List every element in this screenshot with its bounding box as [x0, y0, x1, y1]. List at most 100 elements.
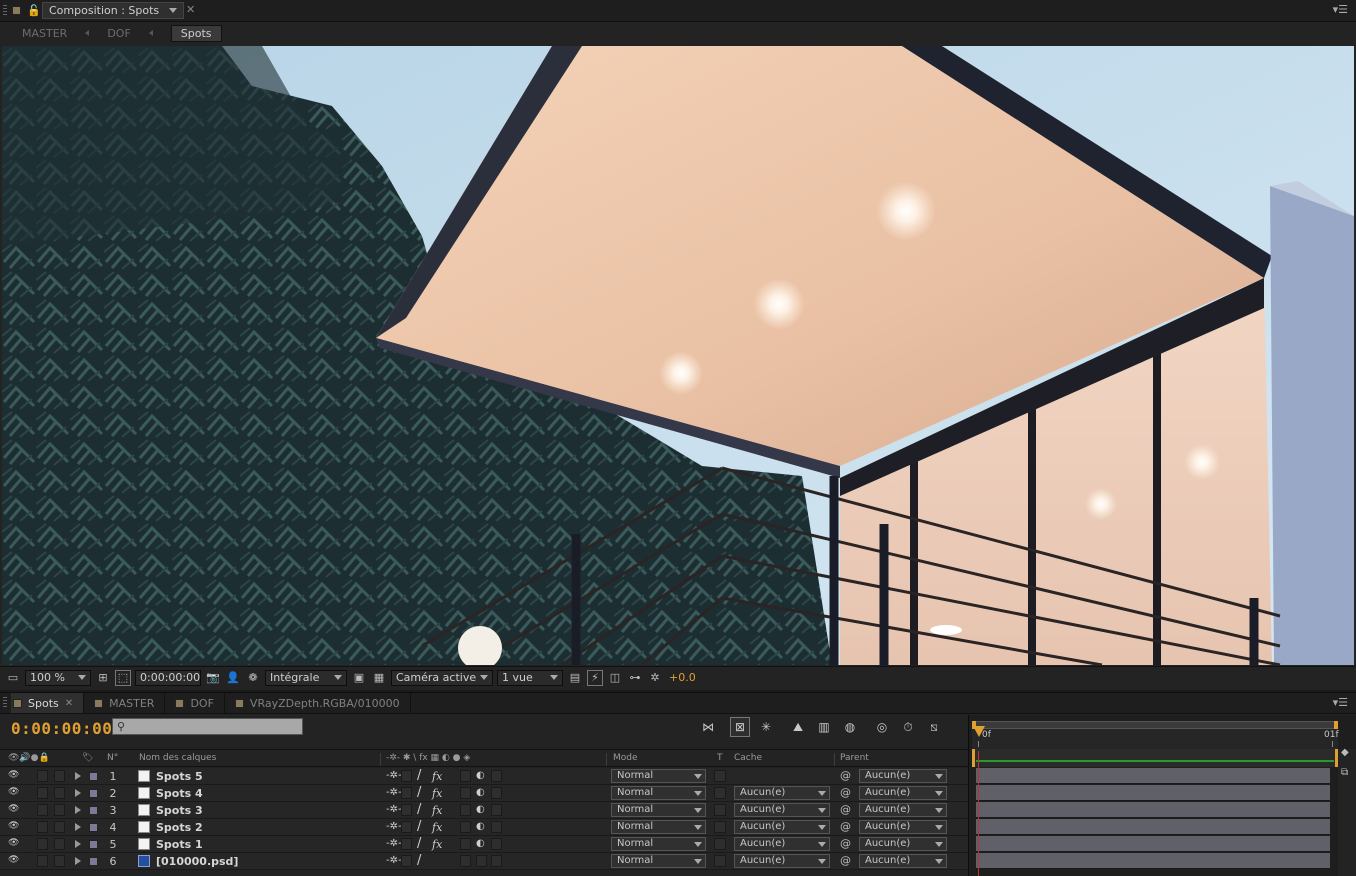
- layer-duration-bar[interactable]: [976, 819, 1330, 835]
- parent-select[interactable]: Aucun(e): [859, 820, 947, 834]
- close-icon[interactable]: ✕: [65, 698, 73, 709]
- effects-fx-icon[interactable]: fx: [432, 838, 442, 851]
- current-time-display[interactable]: 0:00:00:00: [11, 719, 112, 738]
- preserve-transparency-toggle[interactable]: [714, 804, 726, 816]
- blend-mode-select[interactable]: Normal: [611, 786, 706, 800]
- layer-duration-bar[interactable]: [976, 802, 1330, 818]
- quality-switch-icon[interactable]: /: [417, 837, 421, 850]
- layer-duration-bar[interactable]: [976, 853, 1330, 869]
- resolution-select[interactable]: Intégrale: [265, 669, 347, 686]
- solo-toggle[interactable]: [37, 787, 48, 799]
- brainstorm-icon[interactable]: ◍: [840, 717, 860, 737]
- shy-switch-icon[interactable]: -✲-: [386, 804, 402, 816]
- tab-vrayzdepth[interactable]: VRayZDepth.RGBA/010000: [225, 693, 411, 713]
- toggle-pixel-aspect-icon[interactable]: ▤: [567, 670, 583, 686]
- preserve-transparency-toggle[interactable]: [714, 821, 726, 833]
- layer-name[interactable]: Spots 3: [156, 804, 203, 817]
- twirl-arrow-icon[interactable]: [75, 789, 81, 797]
- blend-mode-select[interactable]: Normal: [611, 820, 706, 834]
- col-number[interactable]: N°: [107, 753, 118, 763]
- pick-whip-icon[interactable]: @: [840, 820, 851, 833]
- layer-row[interactable]: 👁 4 Spots 2 -✲- / fx ◐ Normal Aucun(e) @ Aucun(e): [0, 819, 968, 836]
- lock-toggle[interactable]: [54, 804, 65, 816]
- auto-keyframe-icon[interactable]: ◎: [872, 717, 892, 737]
- draft-3d-icon[interactable]: ⊠: [730, 717, 750, 737]
- breadcrumb-master[interactable]: MASTER: [22, 27, 67, 40]
- layer-duration-bar[interactable]: [976, 836, 1330, 852]
- frame-blend-switch[interactable]: [460, 821, 471, 833]
- parent-select[interactable]: Aucun(e): [859, 786, 947, 800]
- preserve-transparency-toggle[interactable]: [714, 770, 726, 782]
- fast-previews-icon[interactable]: ⚡: [587, 669, 603, 686]
- preserve-transparency-toggle[interactable]: [714, 787, 726, 799]
- solo-toggle[interactable]: [37, 770, 48, 782]
- blend-mode-select[interactable]: Normal: [611, 854, 706, 868]
- render-region-icon[interactable]: ⧅: [924, 717, 944, 737]
- composition-tab[interactable]: Composition : Spots: [42, 2, 185, 19]
- shy-switch-icon[interactable]: -✲-: [386, 787, 402, 799]
- layer-name[interactable]: Spots 5: [156, 770, 203, 783]
- blend-mode-select[interactable]: Normal: [611, 837, 706, 851]
- layer-label-color[interactable]: [89, 823, 98, 832]
- col-mode[interactable]: Mode: [613, 753, 638, 763]
- tab-master[interactable]: MASTER: [84, 693, 166, 713]
- shy-switch-icon[interactable]: -✲-: [386, 770, 402, 782]
- panel-menu-icon[interactable]: ▾☰: [1333, 696, 1348, 709]
- layer-name[interactable]: [010000.psd]: [156, 855, 238, 868]
- zoom-select[interactable]: 100 %: [25, 669, 91, 686]
- time-navigator[interactable]: [972, 721, 1338, 729]
- layer-row[interactable]: 👁 2 Spots 4 -✲- / fx ◐ Normal Aucun(e) @ Aucun(e): [0, 785, 968, 802]
- parent-select[interactable]: Aucun(e): [859, 769, 947, 783]
- effects-fx-icon[interactable]: fx: [432, 770, 442, 783]
- motion-blur-icon[interactable]: ◐: [476, 770, 485, 782]
- twirl-arrow-icon[interactable]: [75, 806, 81, 814]
- color-channels-icon[interactable]: ❁: [245, 670, 261, 686]
- collapse-switch[interactable]: [401, 838, 412, 850]
- 3d-layer-switch[interactable]: [491, 838, 502, 850]
- navigator-end-handle[interactable]: [1334, 721, 1338, 729]
- track-matte-select[interactable]: Aucun(e): [734, 837, 830, 851]
- time-ruler[interactable]: 0f 01f: [972, 729, 1339, 749]
- collapse-switch[interactable]: [401, 787, 412, 799]
- 3d-layer-switch[interactable]: [491, 787, 502, 799]
- label-tag-icon[interactable]: 🏷: [82, 753, 93, 763]
- parent-select[interactable]: Aucun(e): [859, 854, 947, 868]
- work-area-start[interactable]: [972, 749, 975, 767]
- lock-toggle[interactable]: [54, 821, 65, 833]
- layer-duration-bar[interactable]: [976, 785, 1330, 801]
- frame-blend-switch[interactable]: [460, 855, 471, 867]
- frame-blend-switch[interactable]: [460, 804, 471, 816]
- col-parent[interactable]: Parent: [840, 753, 869, 763]
- track-matte-select[interactable]: Aucun(e): [734, 803, 830, 817]
- solo-toggle[interactable]: [37, 838, 48, 850]
- show-snapshot-icon[interactable]: 👤: [225, 670, 241, 686]
- visibility-eye-icon[interactable]: 👁: [8, 787, 19, 797]
- transparency-grid-icon[interactable]: ▦: [371, 670, 387, 686]
- frame-blending-icon[interactable]: ⛰: [788, 717, 808, 737]
- layer-name[interactable]: Spots 1: [156, 838, 203, 851]
- motion-blur-switch[interactable]: [476, 855, 487, 867]
- always-preview-icon[interactable]: ▭: [5, 670, 21, 686]
- motion-blur-icon[interactable]: ▥: [814, 717, 834, 737]
- layer-row[interactable]: 👁 3 Spots 3 -✲- / fx ◐ Normal Aucun(e) @ Aucun(e): [0, 802, 968, 819]
- tab-dof[interactable]: DOF: [165, 693, 225, 713]
- twirl-arrow-icon[interactable]: [75, 857, 81, 865]
- 3d-layer-switch[interactable]: [491, 855, 502, 867]
- layer-label-color[interactable]: [89, 789, 98, 798]
- preserve-transparency-toggle[interactable]: [714, 838, 726, 850]
- layer-label-color[interactable]: [89, 806, 98, 815]
- lock-icon[interactable]: 🔓: [27, 4, 41, 17]
- col-layer-name[interactable]: Nom des calques: [139, 753, 216, 763]
- region-of-interest-icon[interactable]: ▣: [351, 670, 367, 686]
- composition-viewer[interactable]: [2, 46, 1354, 665]
- effects-fx-icon[interactable]: fx: [432, 787, 442, 800]
- viewer-timecode[interactable]: 0:00:00:00: [135, 669, 201, 686]
- layer-row[interactable]: 👁 5 Spots 1 -✲- / fx ◐ Normal Aucun(e) @ Aucun(e): [0, 836, 968, 853]
- motion-blur-icon[interactable]: ◐: [476, 787, 485, 799]
- collapse-switch[interactable]: [401, 821, 412, 833]
- playhead-icon[interactable]: [973, 726, 985, 737]
- twirl-arrow-icon[interactable]: [75, 840, 81, 848]
- panel-grip[interactable]: [3, 5, 7, 17]
- frame-blend-switch[interactable]: [460, 770, 471, 782]
- 3d-layer-switch[interactable]: [491, 770, 502, 782]
